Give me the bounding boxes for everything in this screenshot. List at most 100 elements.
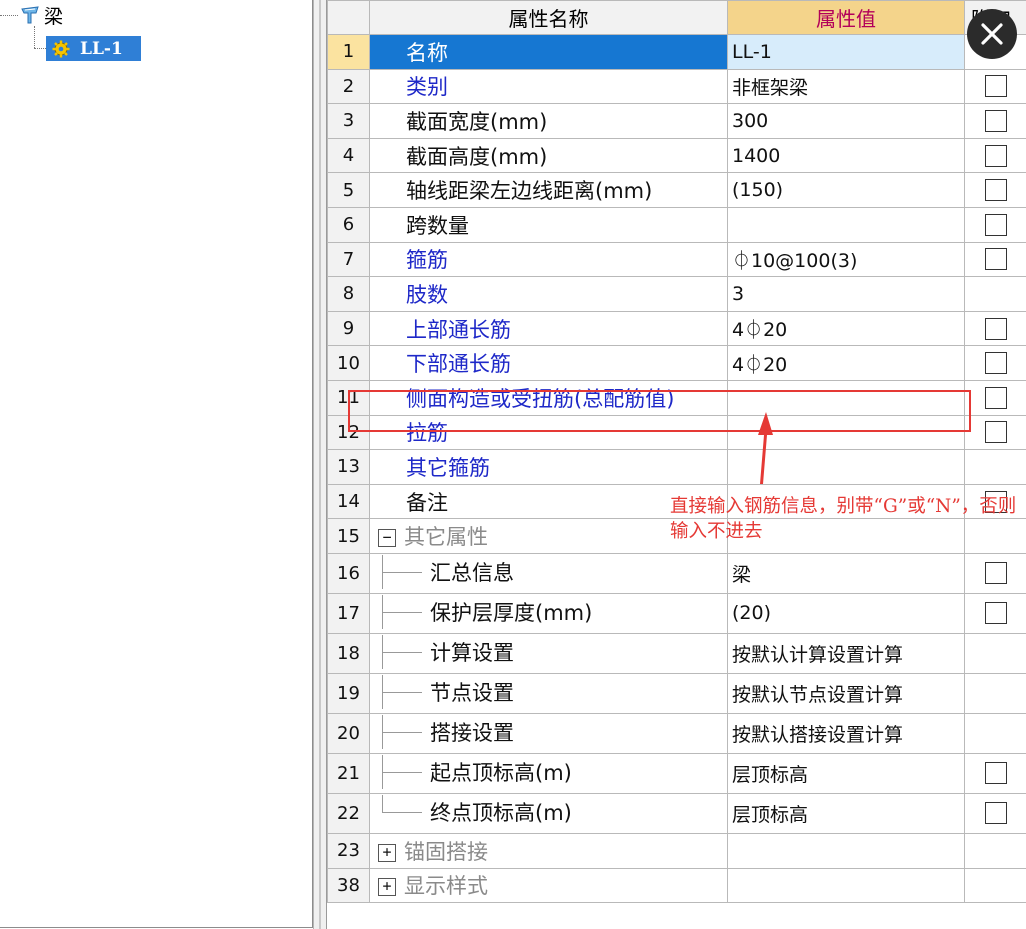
property-name: 保护层厚度(mm)	[369, 592, 728, 634]
property-row[interactable]: 4 截面高度(mm) 1400	[327, 137, 1026, 174]
row-number: 5	[327, 172, 370, 208]
extra-cell	[964, 832, 1026, 869]
property-row[interactable]: 7 箍筋 ⏀10@100(3)	[327, 241, 1026, 278]
property-value[interactable]	[727, 414, 965, 451]
extra-cell	[964, 345, 1026, 381]
group-label: 锚固搭接	[404, 839, 488, 864]
extra-checkbox[interactable]	[984, 602, 1007, 625]
expand-icon[interactable]: +	[378, 843, 396, 862]
extra-checkbox[interactable]	[984, 179, 1007, 202]
tree-node-root[interactable]: 梁	[0, 2, 63, 28]
row-number: 7	[327, 241, 370, 278]
extra-checkbox[interactable]	[984, 762, 1007, 785]
row-number: 38	[327, 867, 370, 904]
row-number: 6	[327, 206, 370, 243]
property-value[interactable]: 层顶标高	[727, 792, 965, 834]
extra-checkbox[interactable]	[984, 802, 1007, 825]
property-name: 其它箍筋	[369, 449, 728, 485]
property-row[interactable]: 23 + 锚固搭接	[327, 832, 1026, 869]
extra-checkbox[interactable]	[984, 75, 1007, 98]
row-number: 4	[327, 137, 370, 174]
row-number: 18	[327, 632, 370, 674]
component-tree: 梁 LL-1	[0, 0, 313, 928]
property-value[interactable]: 非框架梁	[727, 68, 965, 105]
tree-root-label: 梁	[44, 5, 64, 28]
property-row[interactable]: 19 节点设置 按默认节点设置计算	[327, 672, 1026, 714]
extra-cell	[964, 867, 1026, 904]
property-value[interactable]	[727, 832, 965, 869]
extra-checkbox[interactable]	[984, 248, 1007, 271]
property-row[interactable]: 5 轴线距梁左边线距离(mm) (150)	[327, 172, 1026, 208]
extra-checkbox[interactable]	[984, 109, 1007, 132]
property-value[interactable]	[727, 206, 965, 243]
property-grid: 属性名称 属性值 附加 1名称LL-12类别非框架梁3截面宽度(mm)3004截…	[327, 0, 1026, 929]
row-number: 10	[327, 345, 370, 381]
property-row[interactable]: 13 其它箍筋	[327, 449, 1026, 485]
property-value[interactable]: 4⏀20	[727, 310, 965, 347]
tree-node-ll1[interactable]: LL-1	[46, 36, 141, 61]
property-row[interactable]: 1 名称 LL-1	[327, 34, 1026, 70]
property-value[interactable]: 梁	[727, 552, 965, 594]
property-name: 肢数	[369, 276, 728, 312]
extra-checkbox[interactable]	[984, 562, 1007, 585]
property-row[interactable]: 20 搭接设置 按默认搭接设置计算	[327, 712, 1026, 754]
extra-checkbox[interactable]	[984, 213, 1007, 236]
panel-splitter[interactable]	[313, 0, 327, 929]
extra-cell	[964, 672, 1026, 714]
close-button[interactable]	[967, 9, 1017, 59]
property-row[interactable]: 22 终点顶标高(m) 层顶标高	[327, 792, 1026, 834]
property-value[interactable]: ⏀10@100(3)	[727, 241, 965, 278]
property-row[interactable]: 3 截面宽度(mm) 300	[327, 103, 1026, 139]
extra-checkbox[interactable]	[984, 352, 1007, 375]
property-row[interactable]: 6 跨数量	[327, 206, 1026, 243]
extra-checkbox[interactable]	[984, 317, 1007, 340]
property-row[interactable]: 8 肢数 3	[327, 276, 1026, 312]
property-value[interactable]: 按默认搭接设置计算	[727, 712, 965, 754]
header-property-name[interactable]: 属性名称	[369, 0, 728, 35]
row-number: 13	[327, 449, 370, 485]
extra-cell	[964, 68, 1026, 105]
property-value[interactable]: 按默认节点设置计算	[727, 672, 965, 714]
property-row[interactable]: 38 + 显示样式	[327, 867, 1026, 904]
property-row[interactable]: 9 上部通长筋 4⏀20	[327, 310, 1026, 347]
row-number: 17	[327, 592, 370, 634]
property-row[interactable]: 10 下部通长筋 4⏀20	[327, 345, 1026, 381]
property-row[interactable]: 11 侧面构造或受扭筋(总配筋值)	[327, 379, 1026, 416]
property-value[interactable]: 层顶标高	[727, 752, 965, 794]
property-value[interactable]	[727, 449, 965, 485]
property-row[interactable]: 21 起点顶标高(m) 层顶标高	[327, 752, 1026, 794]
property-value[interactable]	[727, 379, 965, 416]
tree-child-label: LL-1	[80, 38, 123, 59]
property-name: 类别	[369, 68, 728, 105]
header-property-value[interactable]: 属性值	[727, 0, 965, 35]
gear-icon	[52, 40, 70, 57]
property-name-label: 起点顶标高(m)	[430, 761, 572, 786]
row-number: 23	[327, 832, 370, 869]
expand-icon[interactable]: +	[378, 878, 396, 897]
property-row[interactable]: 17 保护层厚度(mm) (20)	[327, 592, 1026, 634]
extra-checkbox[interactable]	[984, 144, 1007, 167]
extra-checkbox[interactable]	[984, 421, 1007, 444]
tree-connector	[34, 26, 35, 48]
property-value[interactable]	[727, 867, 965, 904]
property-value[interactable]: 300	[727, 103, 965, 139]
property-value[interactable]: 3	[727, 276, 965, 312]
property-row[interactable]: 2 类别 非框架梁	[327, 68, 1026, 105]
extra-cell	[964, 310, 1026, 347]
property-row[interactable]: 12 拉筋	[327, 414, 1026, 451]
collapse-icon[interactable]: −	[378, 529, 396, 548]
property-value[interactable]: (20)	[727, 592, 965, 634]
property-row[interactable]: 16 汇总信息 梁	[327, 552, 1026, 594]
property-name: 箍筋	[369, 241, 728, 278]
property-value[interactable]: 按默认计算设置计算	[727, 632, 965, 674]
row-number: 1	[327, 34, 370, 70]
property-row[interactable]: 18 计算设置 按默认计算设置计算	[327, 632, 1026, 674]
property-value[interactable]: 4⏀20	[727, 345, 965, 381]
property-value[interactable]: 1400	[727, 137, 965, 174]
header-row-number	[327, 0, 370, 35]
property-value[interactable]: (150)	[727, 172, 965, 208]
close-icon	[981, 23, 1003, 45]
extra-checkbox[interactable]	[984, 386, 1007, 409]
property-value[interactable]: LL-1	[727, 34, 965, 70]
tree-connector	[0, 14, 18, 16]
